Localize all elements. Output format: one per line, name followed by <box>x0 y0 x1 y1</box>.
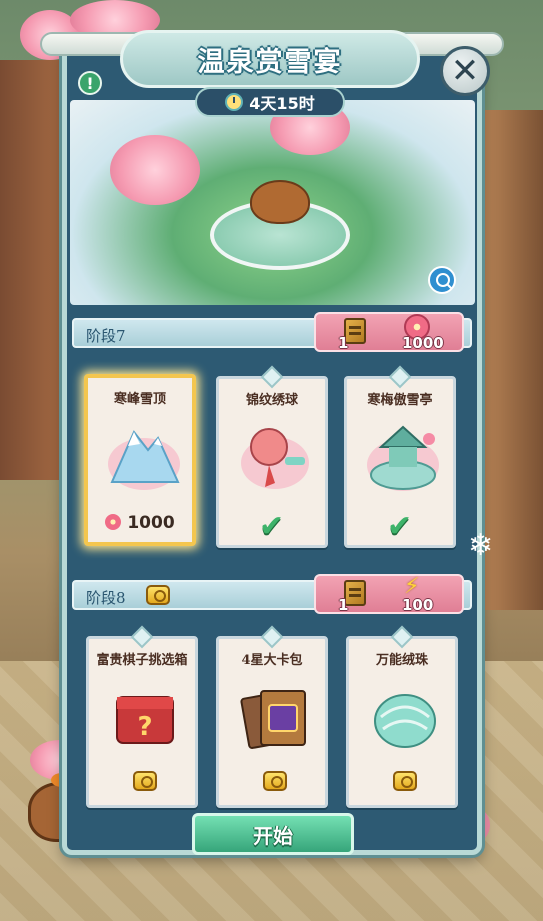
reward-card[interactable]: 万能绒珠 <box>346 625 458 808</box>
stage-header: 阶段7 1 1000 <box>72 312 472 352</box>
lock-coin-icon <box>146 585 170 605</box>
mystery-box-icon: ? <box>116 696 174 744</box>
card-pack-icon <box>240 690 306 749</box>
event-scene-illustration <box>70 100 475 305</box>
reward-name: 富贵棋子挑选箱 <box>96 653 188 668</box>
event-title: 温泉赏雪宴 <box>197 46 343 78</box>
reward-name: 锦纹绣球 <box>245 393 298 408</box>
reward-price: 1000 <box>88 513 192 533</box>
reward-card[interactable]: 富贵棋子挑选箱 ? <box>86 625 198 808</box>
info-button[interactable]: ! <box>78 71 102 95</box>
blossom-cost: 1000 <box>402 334 444 352</box>
reward-card[interactable]: 寒梅傲雪亭 <box>344 365 456 548</box>
cherry-tree-art <box>110 135 200 215</box>
energy-cost: 100 <box>402 596 434 614</box>
reward-name: 4星大卡包 <box>241 653 303 668</box>
svg-text:?: ? <box>137 712 152 742</box>
magnifier-icon[interactable] <box>428 266 456 294</box>
event-timer: 4天15时 <box>195 87 345 117</box>
check-icon <box>387 509 421 535</box>
reward-card[interactable]: 4星大卡包 <box>216 625 328 808</box>
stage-cost-ribbon: 1 1000 <box>314 312 464 352</box>
snow-peak-icon <box>108 430 180 490</box>
coin-icon <box>133 771 157 791</box>
start-button[interactable]: 开始 <box>192 813 354 855</box>
price-value: 1000 <box>127 513 175 533</box>
stage-label: 阶段8 <box>86 589 126 607</box>
check-icon <box>259 509 293 535</box>
stage-label: 阶段7 <box>86 327 126 345</box>
coin-icon <box>393 771 417 791</box>
blossom-icon <box>105 514 122 530</box>
reward-card[interactable]: 寒峰雪顶 1000 <box>84 374 196 546</box>
reward-card[interactable]: 锦纹绣球 <box>216 365 328 548</box>
plum-pavilion-icon <box>367 425 439 491</box>
yarn-ball-icon <box>374 694 436 748</box>
reward-name: 万能绒珠 <box>375 653 428 668</box>
close-button[interactable]: ✕ <box>440 46 490 96</box>
ticket-count: 1 <box>338 334 349 352</box>
stage-header: 阶段8 1 100 <box>72 574 472 614</box>
ticket-count: 1 <box>338 596 349 614</box>
snowflake-icon: ❄ <box>468 528 494 563</box>
reward-name: 寒峰雪顶 <box>113 392 166 407</box>
title-banner: 温泉赏雪宴 <box>120 30 420 88</box>
embroidered-ball-icon <box>241 428 309 489</box>
capybara-character <box>250 180 310 224</box>
timer-text: 4天15时 <box>249 94 315 113</box>
coin-icon <box>263 771 287 791</box>
clock-icon <box>225 93 244 111</box>
stage-cost-ribbon: 1 100 <box>314 574 464 614</box>
reward-name: 寒梅傲雪亭 <box>367 393 433 408</box>
background-building-left <box>0 60 70 480</box>
